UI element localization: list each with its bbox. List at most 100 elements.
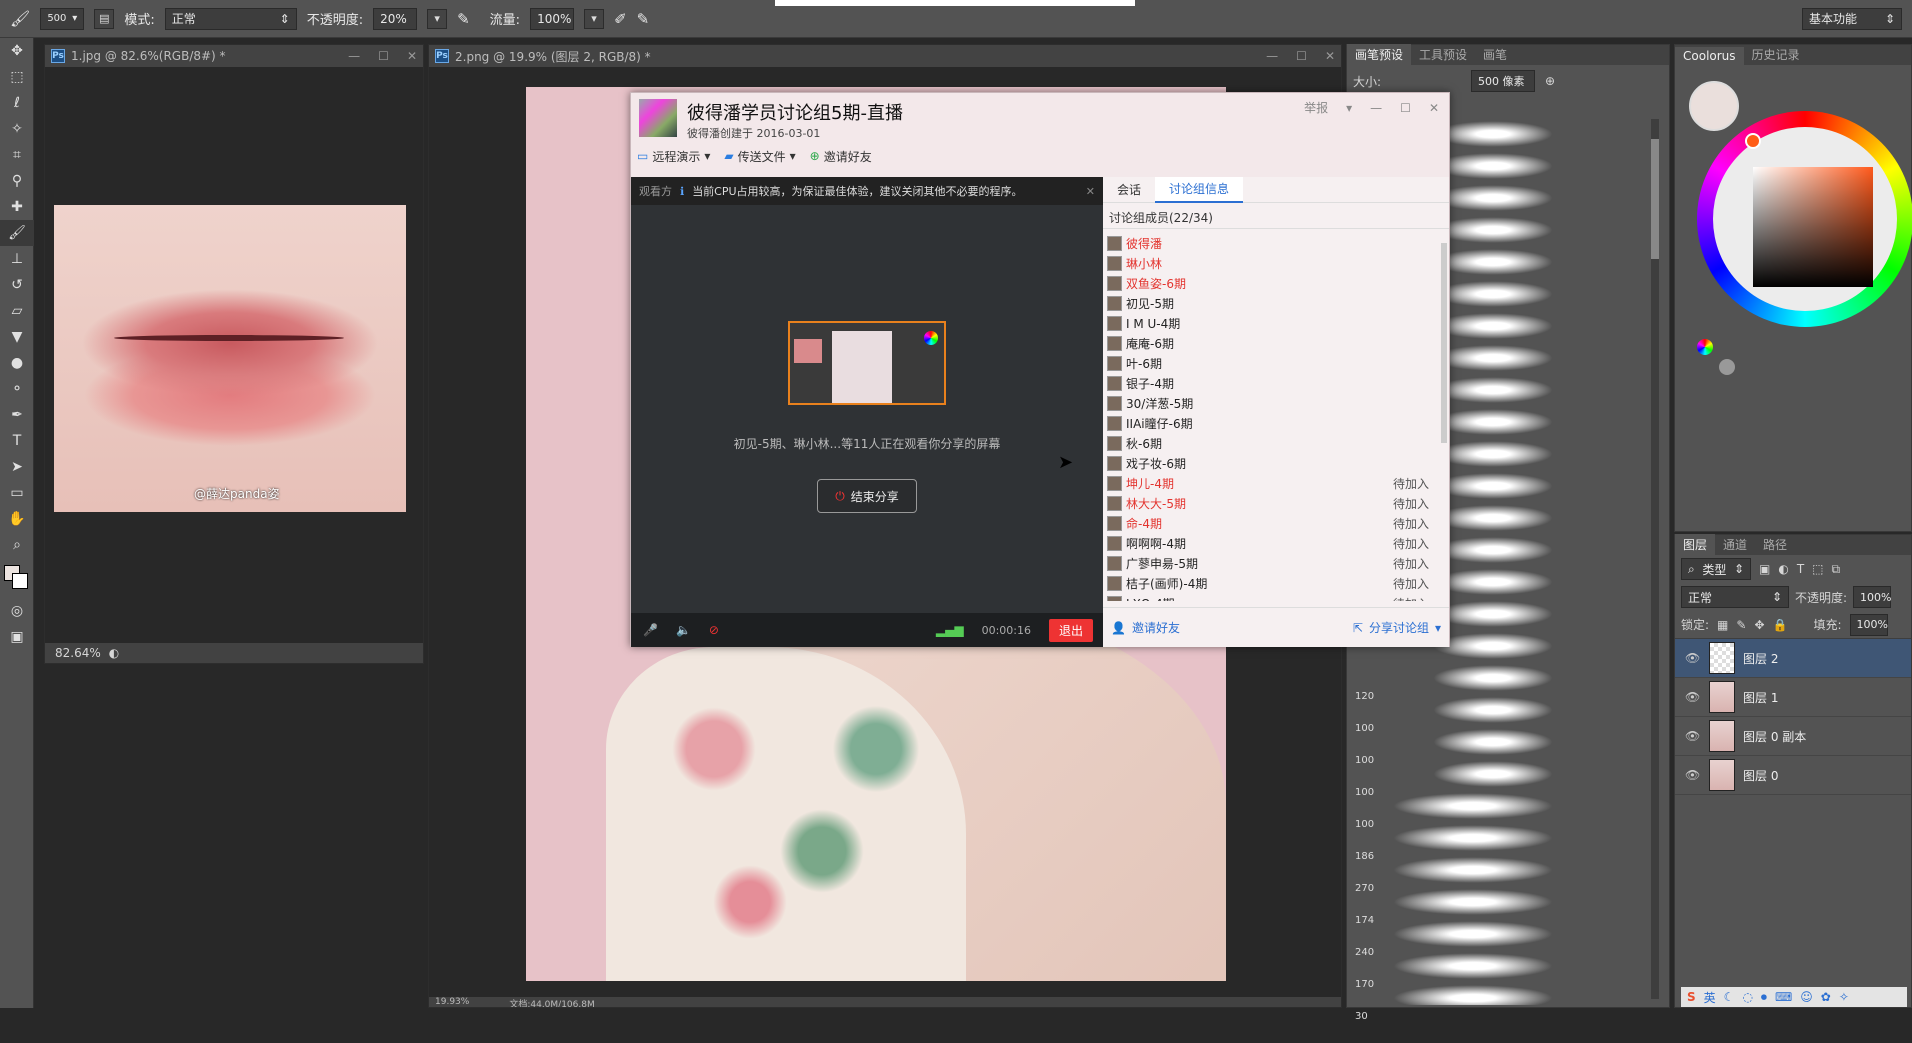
- type-tool-icon[interactable]: T: [0, 428, 34, 454]
- brush-panel-toggle-icon[interactable]: ▤: [94, 8, 115, 29]
- member-row[interactable]: 双鱼姿-6期: [1103, 273, 1449, 293]
- new-brush-icon[interactable]: ⊕: [1545, 74, 1555, 88]
- tab-channels[interactable]: 通道: [1715, 534, 1755, 555]
- lasso-tool-icon[interactable]: ℓ: [0, 90, 34, 116]
- brush-tool-icon[interactable]: 🖌: [0, 220, 34, 246]
- filter-type-icon[interactable]: T: [1797, 562, 1804, 576]
- minimize-icon[interactable]: —: [348, 49, 360, 63]
- eye-icon[interactable]: 👁: [1685, 651, 1701, 665]
- member-row[interactable]: 初见-5期: [1103, 293, 1449, 313]
- close-icon[interactable]: ✕: [407, 49, 417, 63]
- invite-friends-toolbar-button[interactable]: ⊕ 邀请好友: [810, 148, 872, 165]
- brush-stroke-preset[interactable]: [1393, 825, 1553, 851]
- path-select-tool-icon[interactable]: ➤: [0, 454, 34, 480]
- brush-stroke-preset[interactable]: [1433, 249, 1553, 275]
- microphone-icon[interactable]: 🎤: [643, 623, 658, 637]
- member-row[interactable]: 啊啊啊-4期 待加入: [1103, 533, 1449, 553]
- minimize-icon[interactable]: —: [1266, 49, 1278, 63]
- tab-brush-presets[interactable]: 画笔预设: [1347, 44, 1412, 65]
- stamp-tool-icon[interactable]: ⊥: [0, 246, 34, 272]
- brush-stroke-preset[interactable]: [1433, 473, 1553, 499]
- fill-input[interactable]: 100%: [1849, 613, 1888, 636]
- layer-filter-select[interactable]: ⌕ 类型 ⇕: [1681, 558, 1751, 580]
- color-swatches[interactable]: [0, 558, 34, 598]
- mode-select[interactable]: 正常 ⇕: [164, 7, 297, 30]
- member-row[interactable]: 广蓼申昜-5期 待加入: [1103, 553, 1449, 573]
- eye-icon[interactable]: 👁: [1685, 690, 1701, 704]
- minimize-icon[interactable]: —: [1370, 101, 1382, 115]
- brush-tool-icon[interactable]: 🖌: [10, 9, 30, 28]
- tab-chat[interactable]: 会话: [1103, 181, 1155, 198]
- mic-icon[interactable]: ⏺: [1761, 990, 1767, 1005]
- dodge-tool-icon[interactable]: ⚬: [0, 376, 34, 402]
- hue-handle[interactable]: [1745, 133, 1761, 149]
- lock-transparency-icon[interactable]: ▦: [1717, 618, 1728, 632]
- workspace-select[interactable]: 基本功能 ⇕: [1802, 7, 1902, 30]
- status-menu-icon[interactable]: ◐: [109, 646, 119, 660]
- member-row[interactable]: 庵庵-6期: [1103, 333, 1449, 353]
- opacity-input[interactable]: 20%: [373, 7, 418, 30]
- tab-history[interactable]: 历史记录: [1744, 44, 1808, 65]
- tab-group-info[interactable]: 讨论组信息: [1155, 176, 1244, 203]
- tab-brush[interactable]: 画笔: [1475, 44, 1515, 65]
- member-row[interactable]: IIAi瞳仔-6期: [1103, 413, 1449, 433]
- brush-stroke-preset[interactable]: [1433, 505, 1553, 531]
- eraser-tool-icon[interactable]: ▱: [0, 298, 34, 324]
- member-row[interactable]: 命-4期 待加入: [1103, 513, 1449, 533]
- healing-tool-icon[interactable]: ✚: [0, 194, 34, 220]
- filter-shape-icon[interactable]: ⬚: [1812, 562, 1823, 576]
- lock-position-icon[interactable]: ✥: [1754, 618, 1764, 632]
- maximize-icon[interactable]: ☐: [378, 49, 389, 63]
- brush-stroke-preset[interactable]: [1433, 697, 1553, 723]
- document-2-titlebar[interactable]: Ps 2.png @ 19.9% (图层 2, RGB/8) * — ☐ ✕: [429, 45, 1341, 67]
- document-2-zoom[interactable]: 19.93%: [435, 997, 469, 1007]
- brush-stroke-preset[interactable]: [1433, 153, 1553, 179]
- quick-mask-icon[interactable]: ◎: [0, 598, 34, 624]
- member-row[interactable]: 30/洋葱-5期: [1103, 393, 1449, 413]
- brush-stroke-preset[interactable]: [1393, 793, 1553, 819]
- skin-icon[interactable]: ✿: [1821, 990, 1831, 1004]
- document-1-titlebar[interactable]: Ps 1.jpg @ 82.6%(RGB/8#) * — ☐ ✕: [45, 45, 423, 67]
- filter-adjustment-icon[interactable]: ◐: [1778, 562, 1788, 576]
- eye-icon[interactable]: 👁: [1685, 729, 1701, 743]
- tab-paths[interactable]: 路径: [1755, 534, 1795, 555]
- screen-mode-icon[interactable]: ▣: [0, 624, 34, 650]
- end-share-button[interactable]: ⏻ 结束分享: [817, 479, 917, 513]
- background-color-swatch[interactable]: [12, 573, 28, 589]
- brush-size-field[interactable]: 500 像素: [1471, 70, 1536, 92]
- layer-row[interactable]: 👁 图层 2: [1675, 639, 1911, 678]
- brush-stroke-preset[interactable]: [1393, 857, 1553, 883]
- history-brush-tool-icon[interactable]: ↺: [0, 272, 34, 298]
- brush-stroke-preset[interactable]: [1433, 633, 1553, 659]
- filter-smart-icon[interactable]: ⧉: [1832, 562, 1841, 577]
- group-avatar[interactable]: [639, 99, 677, 137]
- member-row[interactable]: 银子-4期: [1103, 373, 1449, 393]
- opacity-dropdown-icon[interactable]: ▾: [427, 8, 448, 29]
- user-icon[interactable]: ☺: [1800, 990, 1813, 1004]
- rectangle-tool-icon[interactable]: ▭: [0, 480, 34, 506]
- color-saturation-square[interactable]: [1753, 167, 1873, 287]
- member-row[interactable]: 戏子妆-6期: [1103, 453, 1449, 473]
- quick-select-tool-icon[interactable]: ✧: [0, 116, 34, 142]
- close-icon[interactable]: ✕: [1325, 49, 1335, 63]
- current-color-swatch[interactable]: [1689, 81, 1739, 131]
- punctuation-icon[interactable]: ◌: [1742, 990, 1752, 1004]
- member-row[interactable]: LXQ-4期 待加入: [1103, 593, 1449, 601]
- brush-stroke-preset[interactable]: [1393, 889, 1553, 915]
- share-group-button[interactable]: 分享讨论组: [1369, 619, 1429, 636]
- invite-friends-button[interactable]: 邀请好友: [1132, 619, 1180, 636]
- member-row[interactable]: I M U-4期: [1103, 313, 1449, 333]
- dropdown-icon[interactable]: ▾: [1346, 101, 1352, 115]
- document-1-zoom[interactable]: 82.64%: [55, 646, 101, 660]
- pen-tool-icon[interactable]: ✒: [0, 402, 34, 428]
- blend-mode-select[interactable]: 正常 ⇕: [1681, 586, 1789, 608]
- brush-stroke-preset[interactable]: [1433, 537, 1553, 563]
- hand-tool-icon[interactable]: ✋: [0, 506, 34, 532]
- move-tool-icon[interactable]: ✥: [0, 38, 34, 64]
- camera-off-icon[interactable]: ⊘: [709, 623, 719, 637]
- maximize-icon[interactable]: ☐: [1296, 49, 1307, 63]
- tab-coolorus[interactable]: Coolorus: [1675, 47, 1744, 65]
- pressure-opacity-icon[interactable]: ✎: [457, 10, 470, 28]
- layer-row[interactable]: 👁 图层 0 副本: [1675, 717, 1911, 756]
- member-row[interactable]: 琳小林: [1103, 253, 1449, 273]
